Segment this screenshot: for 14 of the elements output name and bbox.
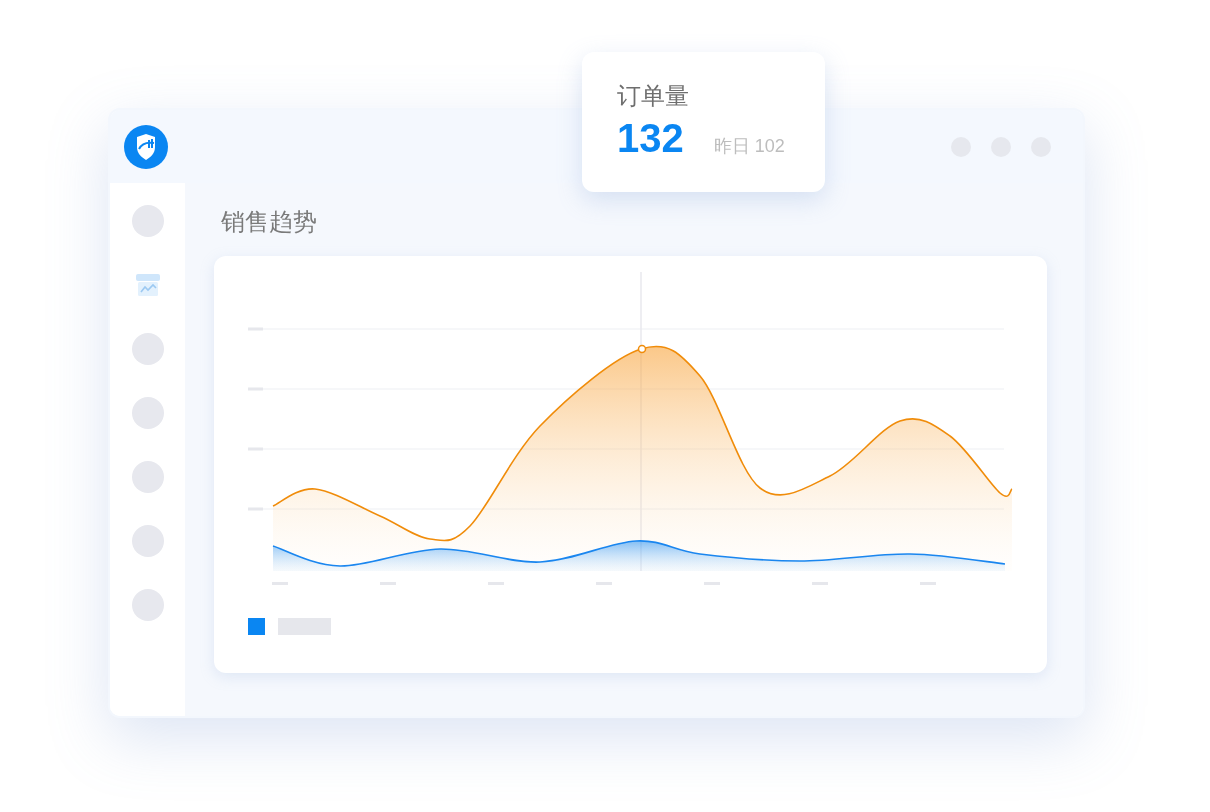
legend-swatch <box>248 618 265 635</box>
shield-logo-icon <box>124 124 168 169</box>
sidebar-item[interactable] <box>131 397 164 429</box>
sidebar-item[interactable] <box>131 205 164 237</box>
sidebar-item[interactable] <box>131 589 164 621</box>
legend-label-placeholder <box>278 618 331 635</box>
sidebar-item[interactable] <box>131 461 164 493</box>
section-title: 销售趋势 <box>221 207 318 237</box>
sidebar-item[interactable] <box>131 525 164 557</box>
yesterday-comparison: 昨日 102 <box>713 135 785 158</box>
order-count: 132 <box>617 115 684 162</box>
store-chart-icon <box>134 272 161 298</box>
sidebar-item[interactable] <box>131 333 164 365</box>
popup-title: 订单量 <box>617 81 690 111</box>
